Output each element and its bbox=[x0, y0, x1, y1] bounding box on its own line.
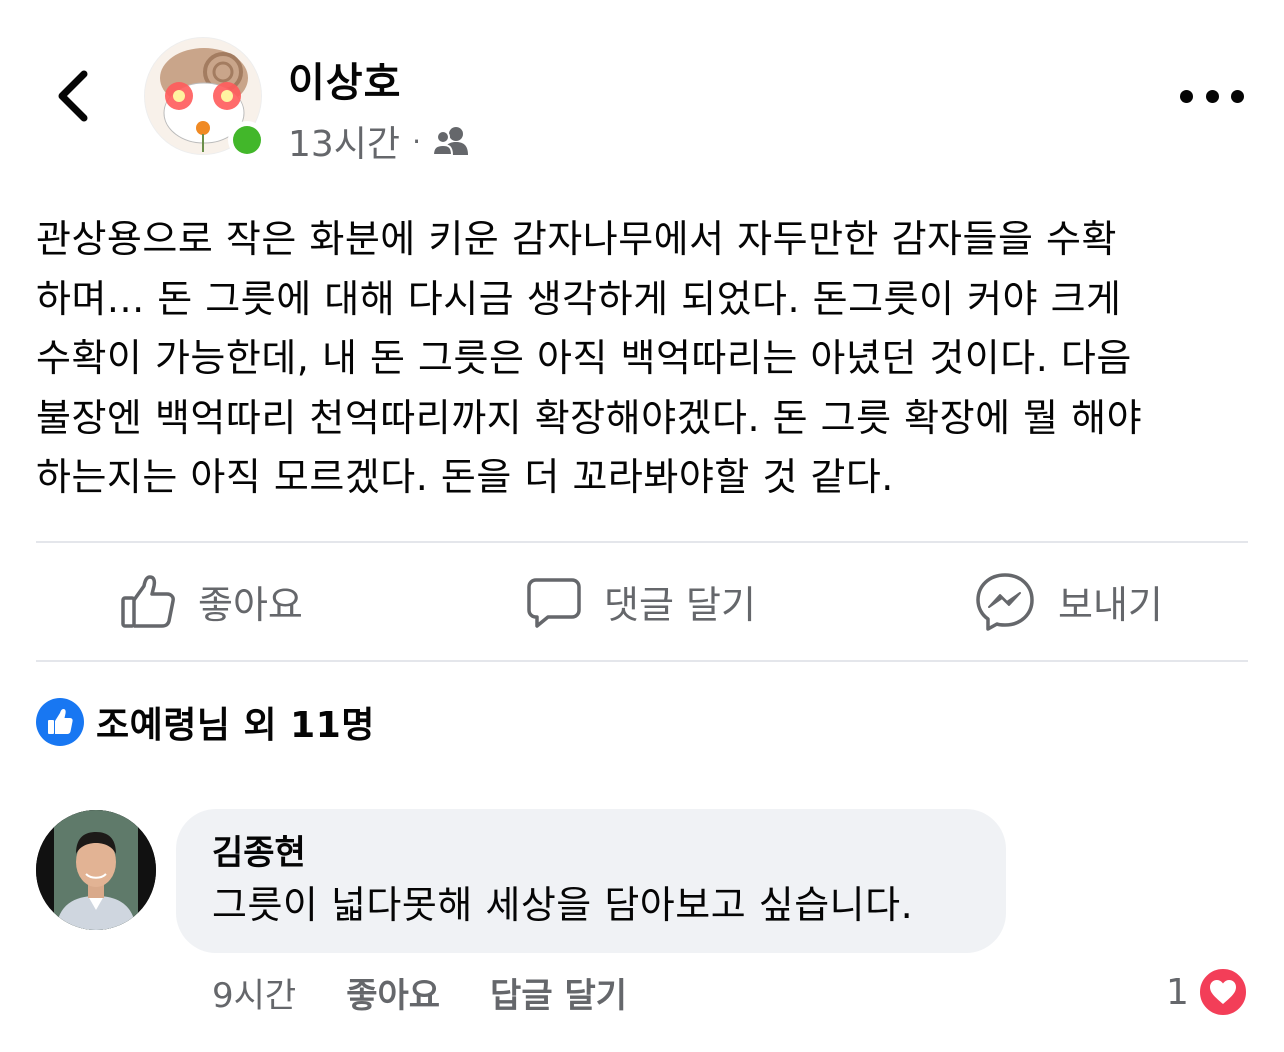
post-header: 이상호 13시간 · bbox=[0, 0, 1284, 180]
send-label: 보내기 bbox=[1058, 583, 1163, 627]
post-meta: 13시간 · bbox=[288, 115, 469, 167]
comment-icon bbox=[527, 577, 581, 628]
friends-icon[interactable] bbox=[432, 126, 469, 156]
comment-reaction-count[interactable]: 1 bbox=[1166, 962, 1249, 1022]
reaction-count: 1 bbox=[1166, 971, 1189, 1013]
comment-button[interactable]: 댓글 달기 bbox=[526, 543, 756, 660]
reactions-summary[interactable]: 조예령님 외 11명 bbox=[36, 697, 375, 747]
more-dot bbox=[1180, 89, 1193, 103]
reaction-summary-text: 조예령님 외 11명 bbox=[96, 705, 375, 746]
send-button[interactable]: 보내기 bbox=[974, 543, 1163, 660]
comment-label: 댓글 달기 bbox=[604, 583, 756, 627]
comment-like-button[interactable]: 좋아요 bbox=[346, 968, 440, 1017]
online-indicator bbox=[233, 126, 261, 154]
author-name[interactable]: 이상호 bbox=[288, 50, 401, 108]
love-reaction-badge bbox=[1196, 966, 1249, 1018]
comment-time: 9시간 bbox=[212, 975, 297, 1016]
commenter-photo bbox=[36, 810, 156, 930]
online-status-dot bbox=[228, 121, 266, 159]
comment-author[interactable]: 김종현 bbox=[212, 831, 970, 875]
like-reaction-badge bbox=[36, 698, 84, 746]
post-actions-bar: 좋아요 댓글 달기 보내기 bbox=[36, 543, 1248, 660]
comment-text: 그릇이 넓다못해 세상을 담아보고 싶습니다. bbox=[212, 883, 914, 927]
author-avatar[interactable] bbox=[144, 37, 266, 159]
post-body-text: 관상용으로 작은 화분에 키운 감자나무에서 자두만한 감자들을 수확 하며..… bbox=[36, 217, 1143, 499]
more-dot bbox=[1205, 89, 1219, 103]
like-label: 좋아요 bbox=[198, 583, 303, 627]
comment-bubble[interactable]: 김종현 그릇이 넓다못해 세상을 담아보고 싶습니다. bbox=[176, 809, 1006, 953]
commenter-avatar[interactable] bbox=[36, 810, 156, 930]
like-button[interactable]: 좋아요 bbox=[120, 543, 303, 660]
messenger-icon bbox=[976, 572, 1034, 631]
more-dot bbox=[1231, 89, 1244, 103]
more-options-button[interactable] bbox=[1180, 78, 1244, 114]
chevron-left-icon bbox=[58, 70, 88, 122]
comment-meta: 9시간 좋아요 답글 달기 bbox=[212, 962, 677, 1022]
post-time[interactable]: 13시간 bbox=[288, 115, 400, 167]
back-button[interactable] bbox=[44, 62, 100, 130]
heart-icon bbox=[1209, 980, 1236, 1004]
meta-separator: · bbox=[412, 124, 421, 158]
thumbs-up-icon bbox=[48, 709, 73, 734]
thumbs-up-icon bbox=[121, 574, 175, 628]
comment-reply-button[interactable]: 답글 달기 bbox=[490, 968, 627, 1017]
divider bbox=[36, 660, 1248, 662]
